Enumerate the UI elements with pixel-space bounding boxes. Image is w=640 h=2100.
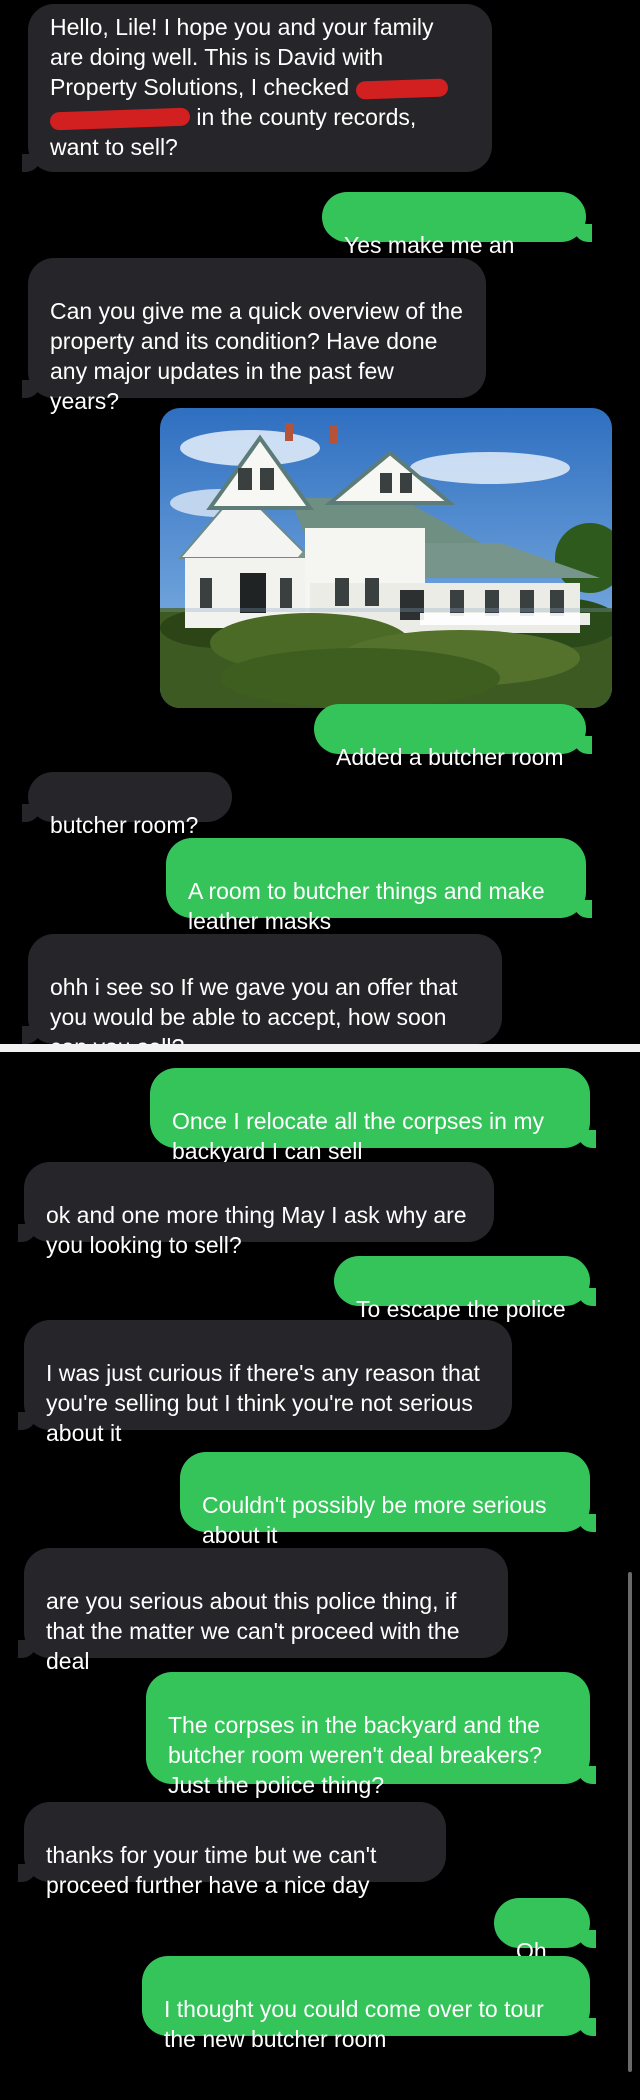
message-outgoing[interactable]: Couldn't possibly be more serious about … xyxy=(180,1452,596,1548)
message-incoming[interactable]: thanks for your time but we can't procee… xyxy=(18,1802,446,1898)
message-text: Once I relocate all the corpses in my ba… xyxy=(172,1108,544,1164)
message-text: ohh i see so If we gave you an offer tha… xyxy=(50,974,458,1044)
message-outgoing[interactable]: Oh no! xyxy=(494,1898,596,1994)
message-text: The corpses in the backyard and the butc… xyxy=(168,1712,542,1798)
message-incoming[interactable]: I was just curious if there's any reason… xyxy=(18,1320,512,1446)
message-text: thanks for your time but we can't procee… xyxy=(46,1842,377,1898)
redaction-mark xyxy=(355,78,448,100)
chat-screenshot-bottom: Once I relocate all the corpses in my ba… xyxy=(0,1052,640,2100)
screenshot-divider xyxy=(0,1044,640,1052)
message-outgoing[interactable]: Once I relocate all the corpses in my ba… xyxy=(150,1068,596,1164)
message-incoming[interactable]: butcher room? xyxy=(22,772,232,838)
message-text: I was just curious if there's any reason… xyxy=(46,1360,480,1446)
message-incoming[interactable]: Can you give me a quick overview of the … xyxy=(22,258,486,414)
message-outgoing[interactable]: Yes make me an offer xyxy=(322,192,592,288)
message-text: Can you give me a quick overview of the … xyxy=(50,298,463,414)
message-text: I thought you could come over to tour th… xyxy=(164,1996,544,2052)
message-text: ok and one more thing May I ask why are … xyxy=(46,1202,467,1258)
message-text: A room to butcher things and make leathe… xyxy=(188,878,545,934)
message-text: in the county records, xyxy=(196,104,417,130)
message-text: butcher room? xyxy=(50,812,199,838)
redaction-mark xyxy=(49,107,191,131)
message-incoming[interactable]: ok and one more thing May I ask why are … xyxy=(18,1162,494,1258)
message-incoming[interactable]: are you serious about this police thing,… xyxy=(18,1548,508,1674)
message-text: want to sell? xyxy=(50,134,178,160)
message-incoming[interactable]: Hello, Lile! I hope you and your family … xyxy=(22,4,492,172)
scrollbar[interactable] xyxy=(628,1572,632,2072)
message-outgoing[interactable]: The corpses in the backyard and the butc… xyxy=(146,1672,596,1798)
message-outgoing[interactable]: I thought you could come over to tour th… xyxy=(142,1956,596,2052)
message-text: Couldn't possibly be more serious about … xyxy=(202,1492,547,1548)
message-outgoing[interactable]: Added a butcher room xyxy=(314,704,592,770)
message-text: Added a butcher room xyxy=(336,744,564,770)
message-incoming[interactable]: ohh i see so If we gave you an offer tha… xyxy=(22,934,502,1044)
message-text: are you serious about this police thing,… xyxy=(46,1588,460,1674)
house-photo-image xyxy=(160,408,612,708)
chat-screenshot-top: Hello, Lile! I hope you and your family … xyxy=(0,0,640,1044)
message-text: To escape the police xyxy=(356,1296,566,1322)
house-photo[interactable] xyxy=(160,408,612,708)
message-outgoing[interactable]: To escape the police xyxy=(334,1256,596,1322)
message-outgoing[interactable]: A room to butcher things and make leathe… xyxy=(166,838,592,934)
